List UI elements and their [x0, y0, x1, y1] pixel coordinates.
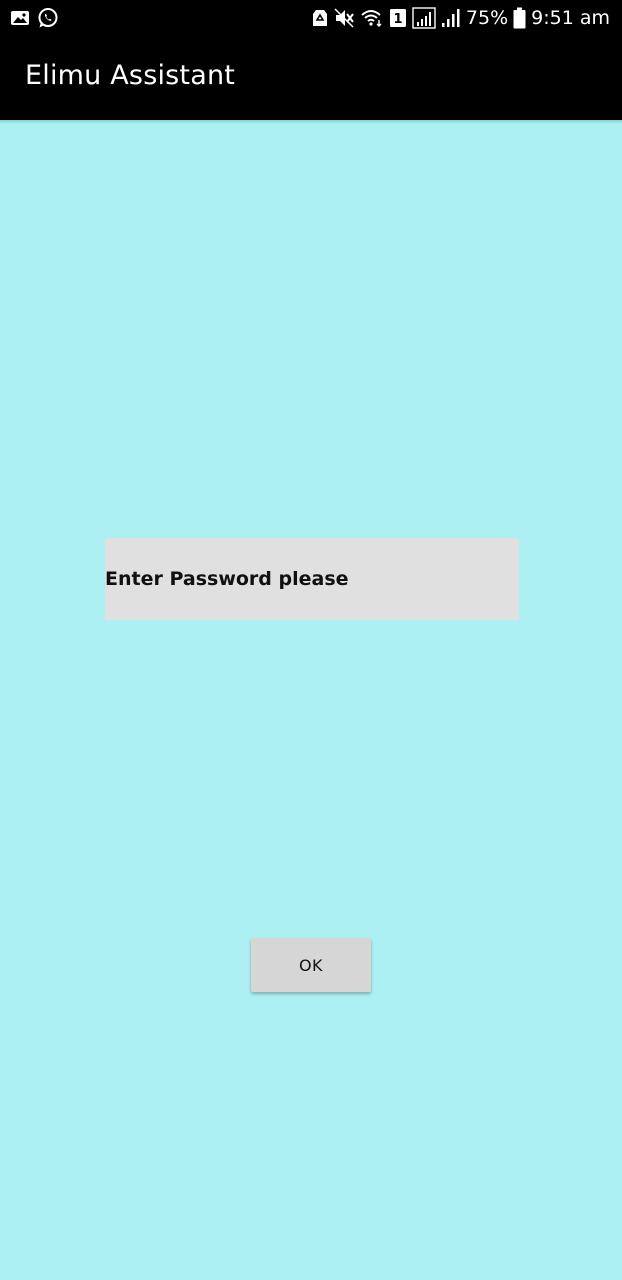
password-field-container — [105, 538, 519, 620]
app-bar: Elimu Assistant — [0, 36, 622, 120]
app-bar-shadow — [0, 120, 622, 124]
signal-2-icon — [441, 8, 461, 28]
ok-button[interactable]: OK — [251, 938, 371, 992]
sim-slot-label: 1 — [393, 12, 402, 27]
battery-icon — [513, 7, 526, 29]
wifi-icon — [360, 8, 384, 28]
status-bar: 1 75% 9:51 am — [0, 0, 622, 36]
clock: 9:51 am — [531, 7, 610, 29]
signal-1-icon — [412, 7, 436, 29]
app-title: Elimu Assistant — [25, 60, 236, 91]
whatsapp-icon — [37, 7, 59, 29]
mute-icon — [333, 7, 355, 29]
gallery-icon — [10, 9, 30, 27]
recycle-icon — [312, 8, 328, 28]
password-input[interactable] — [105, 538, 519, 620]
status-right-icons: 1 75% 9:51 am — [312, 4, 610, 32]
status-left-icons — [10, 7, 59, 29]
sim-1-icon: 1 — [389, 8, 407, 28]
battery-percent: 75% — [465, 7, 509, 29]
